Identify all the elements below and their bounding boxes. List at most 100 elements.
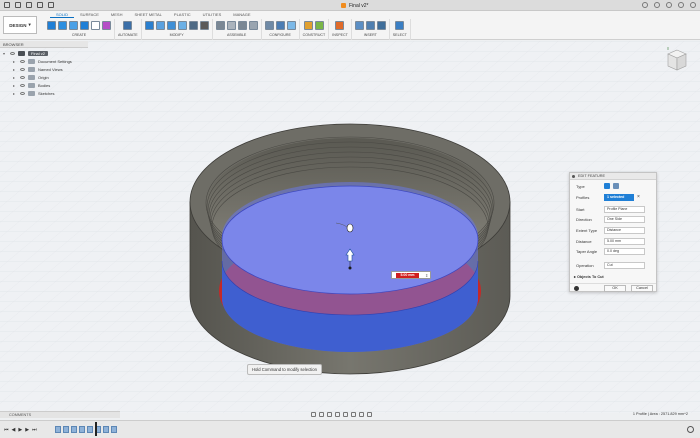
group-label[interactable]: CREATE [72, 33, 86, 37]
comments-panel[interactable]: COMMENTS [0, 411, 120, 418]
taper-angle-input[interactable]: 0.0 deg [604, 247, 645, 255]
create-tool-icon[interactable] [80, 20, 89, 30]
timeline-play-icon[interactable]: ▶ [18, 427, 22, 433]
browser-root[interactable]: ▾ Final v2 [0, 49, 88, 57]
tab-sheet-metal[interactable]: SHEET METAL [128, 11, 167, 18]
create-tool-icon[interactable] [91, 20, 100, 30]
browser-item-sketches[interactable]: ▸ Sketches [0, 89, 88, 97]
display-settings-icon[interactable] [351, 411, 356, 417]
start-select[interactable]: Profile Plane [604, 205, 645, 213]
construct-tool-icon[interactable] [303, 20, 313, 30]
configure-tool-icon[interactable] [275, 20, 285, 30]
assemble-tool-icon[interactable] [215, 20, 225, 30]
gear-icon[interactable] [687, 426, 694, 433]
view-cube[interactable] [665, 47, 689, 77]
tab-surface[interactable]: SURFACE [74, 11, 105, 18]
timeline-feature[interactable] [55, 426, 61, 433]
insert-tool-icon[interactable] [365, 20, 375, 30]
visibility-icon[interactable] [10, 51, 15, 55]
group-label[interactable]: INSERT [364, 33, 377, 37]
browser-item-document-settings[interactable]: ▸ Document Settings [0, 57, 88, 65]
timeline-feature[interactable] [63, 426, 69, 433]
extent-type-select[interactable]: Distance [604, 226, 645, 234]
operation-select[interactable]: Cut [604, 261, 645, 269]
look-at-icon[interactable] [319, 411, 324, 417]
app-grid-icon[interactable] [4, 2, 10, 8]
help-icon[interactable] [678, 2, 684, 8]
expand-icon[interactable]: ▾ [3, 51, 7, 56]
cancel-button[interactable]: Cancel [631, 285, 653, 292]
ok-button[interactable]: OK [604, 285, 626, 292]
tab-solid[interactable]: SOLID [50, 11, 75, 18]
timeline-end-icon[interactable]: ⏭ [32, 427, 37, 433]
modify-tool-icon[interactable] [166, 20, 176, 30]
expand-icon[interactable]: ▸ [13, 91, 17, 96]
direction-select[interactable]: One Side [604, 215, 645, 223]
timeline-marker[interactable] [95, 422, 97, 436]
timeline-start-icon[interactable]: ⏮ [4, 427, 9, 433]
visibility-icon[interactable] [20, 75, 25, 79]
expand-icon[interactable]: ▸ [13, 75, 17, 80]
info-icon[interactable] [574, 286, 579, 291]
objects-to-cut-toggle[interactable]: ▸ Objects To Cut [574, 274, 604, 279]
group-label[interactable]: CONSTRUCT [303, 33, 326, 37]
assemble-tool-icon[interactable] [226, 20, 236, 30]
modify-tool-icon[interactable] [199, 20, 209, 30]
modify-tool-icon[interactable] [188, 20, 198, 30]
group-label[interactable]: MODIFY [170, 33, 184, 37]
save-icon[interactable] [26, 2, 32, 8]
inspect-tool-icon[interactable] [335, 20, 345, 30]
group-label[interactable]: CONFIGURE [269, 33, 291, 37]
pan-icon[interactable] [327, 411, 332, 417]
stepper-icon[interactable]: ⇕ [425, 273, 428, 278]
group-label[interactable]: SELECT [393, 33, 407, 37]
expand-icon[interactable]: ▸ [13, 59, 17, 64]
distance-input[interactable]: 5.00 mm [604, 237, 645, 245]
timeline-feature[interactable] [71, 426, 77, 433]
timeline-feature[interactable] [103, 426, 109, 433]
group-label[interactable]: AUTOMATE [118, 33, 138, 37]
zoom-icon[interactable] [335, 411, 340, 417]
assemble-tool-icon[interactable] [237, 20, 247, 30]
tab-mesh[interactable]: MESH [105, 11, 129, 18]
group-label[interactable]: ASSEMBLE [227, 33, 246, 37]
thin-type-icon[interactable] [613, 183, 619, 189]
group-label[interactable]: INSPECT [332, 33, 348, 37]
notifications-icon[interactable] [654, 2, 660, 8]
construct-tool-icon[interactable] [314, 20, 324, 30]
timeline-feature[interactable] [87, 426, 93, 433]
distance-popup[interactable]: 5.00 mm ⇕ [391, 271, 431, 279]
workspace-switcher[interactable]: DESIGN ▾ [3, 16, 37, 34]
undo-icon[interactable] [37, 2, 43, 8]
document-tab[interactable]: Final v2* [335, 1, 374, 10]
create-tool-icon[interactable] [69, 20, 78, 30]
insert-tool-icon[interactable] [376, 20, 386, 30]
root-component-name[interactable]: Final v2 [28, 50, 49, 56]
tab-manage[interactable]: MANAGE [227, 11, 256, 18]
visibility-icon[interactable] [20, 83, 25, 87]
create-tool-icon[interactable] [58, 20, 67, 30]
timeline-feature[interactable] [111, 426, 117, 433]
assemble-tool-icon[interactable] [248, 20, 258, 30]
profiles-selection-button[interactable]: 1 selected [604, 193, 634, 201]
insert-tool-icon[interactable] [354, 20, 364, 30]
viewports-icon[interactable] [367, 411, 372, 417]
modify-tool-icon[interactable] [155, 20, 165, 30]
visibility-icon[interactable] [20, 67, 25, 71]
redo-icon[interactable] [48, 2, 54, 8]
tab-plastic[interactable]: PLASTIC [168, 11, 197, 18]
tab-utilities[interactable]: UTILITIES [197, 11, 228, 18]
select-tool-icon[interactable] [395, 20, 405, 30]
browser-item-origin[interactable]: ▸ Origin [0, 73, 88, 81]
grid-settings-icon[interactable] [359, 411, 364, 417]
visibility-icon[interactable] [20, 59, 25, 63]
distance-popup-value[interactable]: 5.00 mm [396, 272, 419, 278]
expand-icon[interactable]: ▸ [13, 67, 17, 72]
add-tab-icon[interactable] [642, 2, 648, 8]
clear-selection-icon[interactable]: × [637, 194, 640, 200]
browser-item-bodies[interactable]: ▸ Bodies [0, 81, 88, 89]
modify-tool-icon[interactable] [144, 20, 154, 30]
expand-icon[interactable]: ▸ [13, 83, 17, 88]
solid-type-icon[interactable] [604, 183, 610, 189]
browser-header[interactable]: BROWSER [0, 41, 88, 48]
